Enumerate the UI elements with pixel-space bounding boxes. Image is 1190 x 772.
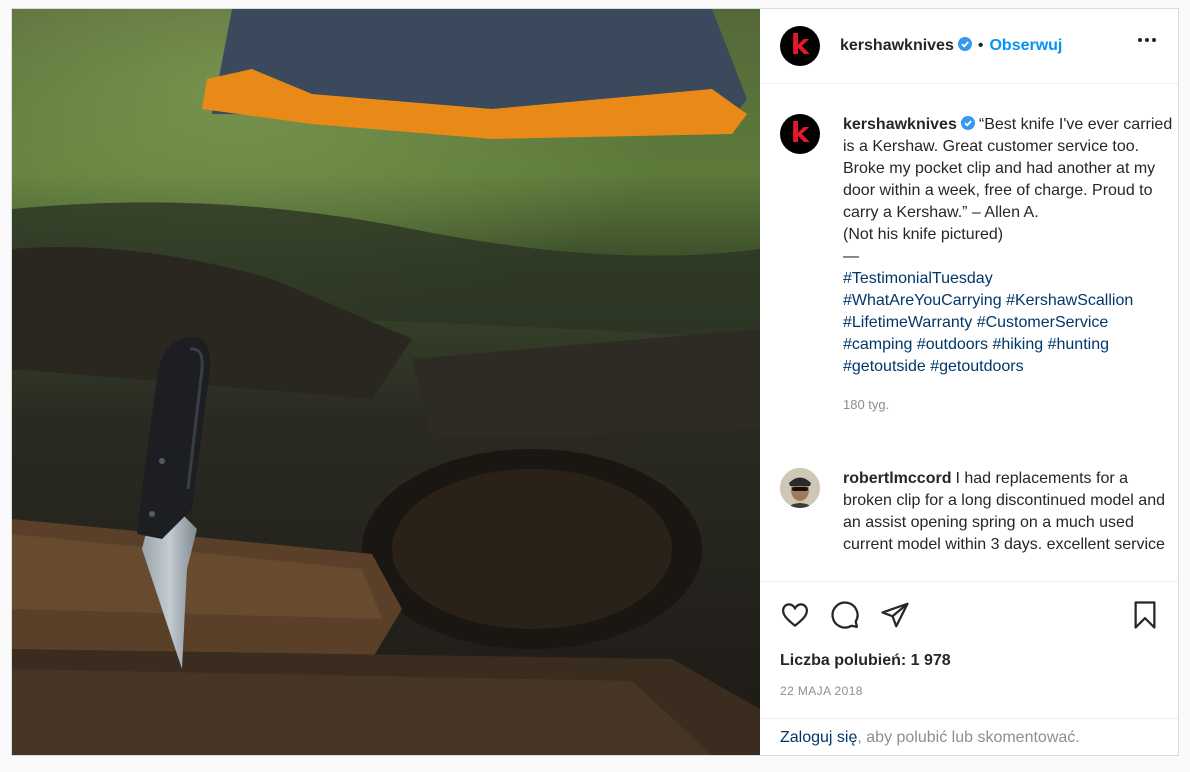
post-dialog: k kershawknives • Obserwuj k kershawknives… [11,8,1179,756]
likes-count[interactable]: Liczba polubień: 1 978 [780,652,951,670]
kershaw-logo: k [790,116,810,149]
hashtag-link[interactable]: #WhatAreYouCarrying [843,292,1002,309]
share-icon[interactable] [880,600,910,630]
comments-list[interactable]: k kershawknives “Best knife I've ever car… [760,84,1178,580]
verified-badge-icon [957,37,972,51]
hashtag-link[interactable]: #getoutdoors [930,358,1023,375]
comment-icon[interactable] [830,600,860,630]
verified-badge-icon [960,116,975,130]
hashtag-link[interactable]: #getoutside [843,358,926,375]
post-sidebar: k kershawknives • Obserwuj k kershawknives… [760,9,1178,755]
more-options-icon[interactable] [1138,38,1156,42]
follow-button[interactable]: Obserwuj [989,37,1062,54]
post-date[interactable]: 22 MAJA 2018 [780,684,863,698]
kershaw-logo: k [790,28,810,61]
bookmark-icon[interactable] [1130,600,1160,630]
login-prompt: Zaloguj się, aby polubić lub skomentować… [760,718,1178,757]
caption-username[interactable]: kershawknives [843,116,957,133]
hashtag-link[interactable]: #hunting [1048,336,1109,353]
login-prompt-text: , aby polubić lub skomentować. [857,729,1080,746]
post-header: k kershawknives • Obserwuj [760,9,1178,84]
hashtag-link[interactable]: #TestimonialTuesday [843,270,993,287]
post-photo[interactable] [12,9,760,755]
header-separator: • [977,37,984,54]
comment-username[interactable]: robertlmccord [843,470,951,487]
heart-icon[interactable] [780,600,810,630]
hashtag-link[interactable]: #KershawScallion [1006,292,1133,309]
caption-note: (Not his knife pictured) [843,226,1004,243]
hashtag-link[interactable]: #outdoors [917,336,988,353]
caption-time[interactable]: 180 tyg. [843,394,1173,416]
commenter-avatar[interactable] [780,468,820,508]
caption-dash: — [843,248,859,265]
hashtag-link[interactable]: #camping [843,336,912,353]
hashtag-link[interactable]: #hiking [992,336,1043,353]
login-link[interactable]: Zaloguj się [780,729,857,746]
hashtag-link[interactable]: #LifetimeWarranty [843,314,972,331]
caption-avatar[interactable]: k [780,114,820,154]
hashtag-link[interactable]: #CustomerService [977,314,1109,331]
header-username[interactable]: kershawknives [840,37,954,54]
action-bar: Liczba polubień: 1 978 22 MAJA 2018 Zalo… [760,581,1178,756]
kershaw-avatar[interactable]: k [780,26,820,66]
commenter-photo [780,468,820,508]
knife-photo [12,9,760,755]
